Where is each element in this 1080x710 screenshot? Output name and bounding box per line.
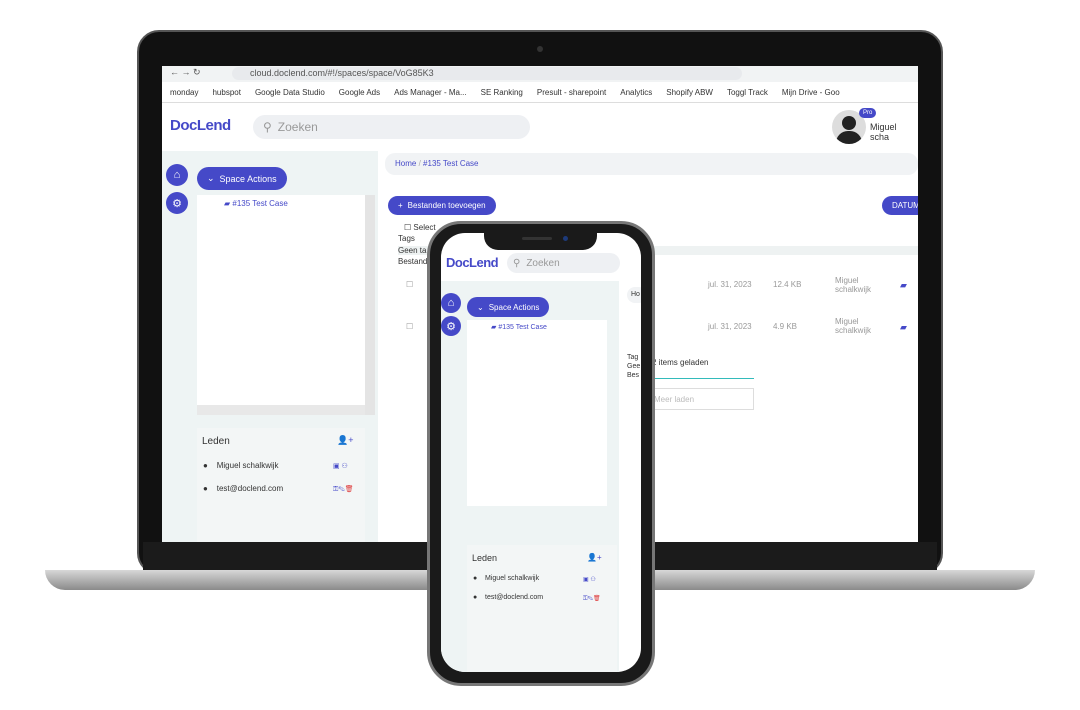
add-files-button[interactable]: + Bestanden toevoegen bbox=[388, 196, 496, 215]
divider bbox=[647, 378, 754, 379]
items-loaded-text: 2 items geladen bbox=[652, 358, 709, 367]
folder-tree: ▰ #135 Test Case bbox=[467, 320, 607, 506]
bookmark[interactable]: Mijn Drive - Goo bbox=[782, 88, 840, 97]
user-icon: ● bbox=[203, 484, 217, 493]
file-date: jul. 31, 2023 bbox=[708, 322, 752, 331]
bookmark[interactable]: Ads Manager - Ma... bbox=[394, 88, 466, 97]
chevron-down-icon: ⌄ bbox=[207, 173, 215, 183]
address-bar[interactable]: cloud.doclend.com/#!/spaces/space/VoG85K… bbox=[232, 67, 742, 80]
sort-date-button[interactable]: DATUM bbox=[882, 196, 918, 215]
file-checkbox[interactable]: ☐ bbox=[406, 280, 413, 289]
bookmark[interactable]: hubspot bbox=[212, 88, 240, 97]
breadcrumb[interactable]: Ho bbox=[627, 287, 641, 303]
user-name[interactable]: Miguel scha bbox=[870, 122, 918, 142]
user-icon: ● bbox=[203, 461, 217, 470]
bookmark[interactable]: monday bbox=[170, 88, 198, 97]
file-size: 4.9 KB bbox=[773, 322, 798, 331]
tags-block: Tag Gee Bes bbox=[627, 354, 641, 379]
phone-speaker bbox=[522, 237, 552, 240]
member-row: ● Miguel schalkwijk bbox=[203, 461, 279, 470]
phone-screen: DocLend ⚲ Zoeken ⌂ ⚙ ⌄ Space Actions ▰ #13… bbox=[441, 233, 641, 672]
laptop-camera bbox=[537, 46, 543, 52]
member-actions-icon[interactable]: ▣ ⚇ bbox=[333, 462, 348, 470]
browser-toolbar: ← → ↻ cloud.doclend.com/#!/spaces/space/… bbox=[162, 66, 918, 82]
home-button[interactable]: ⌂ bbox=[166, 164, 188, 186]
member-actions-icon[interactable]: ▣ ⚇ bbox=[583, 576, 596, 583]
file-owner: Miguel schalkwijk bbox=[835, 276, 872, 294]
select-all-checkbox[interactable]: ☐ Select bbox=[404, 223, 436, 232]
member-edit-delete-icons[interactable]: ⚿✎🗑 bbox=[333, 485, 354, 494]
breadcrumb: Home / #135 Test Case bbox=[385, 153, 918, 175]
bookmark[interactable]: Analytics bbox=[620, 88, 652, 97]
folder-item[interactable]: ▰ #135 Test Case bbox=[224, 199, 288, 208]
bookmark[interactable]: Toggl Track bbox=[727, 88, 768, 97]
bookmark[interactable]: Shopify ABW bbox=[666, 88, 713, 97]
chevron-down-icon: ⌄ bbox=[477, 302, 484, 312]
member-edit-delete-icons[interactable]: ⚿✎🗑 bbox=[583, 595, 601, 603]
user-icon: ● bbox=[473, 594, 486, 601]
tree-h-scrollbar[interactable] bbox=[197, 405, 365, 415]
settings-button[interactable]: ⚙ bbox=[441, 316, 461, 336]
settings-button[interactable]: ⚙ bbox=[166, 192, 188, 214]
user-icon: ● bbox=[473, 575, 486, 582]
add-member-icon[interactable]: 👤+ bbox=[337, 435, 353, 446]
tree-scrollbar[interactable] bbox=[365, 195, 375, 415]
comments-icon[interactable]: ▰ bbox=[900, 280, 907, 291]
home-button[interactable]: ⌂ bbox=[441, 293, 461, 313]
plus-icon: + bbox=[398, 201, 403, 210]
phone-camera bbox=[563, 236, 568, 241]
bookmark[interactable]: Presult - sharepoint bbox=[537, 88, 606, 97]
bookmark[interactable]: Google Data Studio bbox=[255, 88, 325, 97]
members-title: Leden bbox=[472, 553, 498, 563]
file-date: jul. 31, 2023 bbox=[708, 280, 752, 289]
folder-item[interactable]: ▰ #135 Test Case bbox=[491, 323, 547, 331]
pro-badge: Pro bbox=[859, 108, 877, 118]
file-owner: Miguel schalkwijk bbox=[835, 317, 872, 335]
search-icon: ⚲ bbox=[513, 257, 521, 269]
search-icon: ⚲ bbox=[263, 120, 272, 134]
load-more-button[interactable]: Meer laden bbox=[647, 388, 754, 410]
breadcrumb-home[interactable]: Home bbox=[395, 159, 416, 168]
space-actions-button[interactable]: ⌄ Space Actions bbox=[467, 297, 550, 317]
bookmark[interactable]: SE Ranking bbox=[481, 88, 523, 97]
search-input[interactable]: ⚲ Zoeken bbox=[253, 115, 530, 139]
member-row: ● test@doclend.com bbox=[203, 484, 284, 493]
file-checkbox[interactable]: ☐ bbox=[406, 322, 413, 331]
members-title: Leden bbox=[202, 436, 230, 447]
members-panel: Leden 👤+ ● Miguel schalkwijk ▣ ⚇ ● test@… bbox=[467, 545, 617, 672]
comments-icon[interactable]: ▰ bbox=[900, 322, 907, 333]
member-row: ● test@doclend.com bbox=[473, 594, 544, 601]
members-panel: Leden 👤+ ● Miguel schalkwijk ▣ ⚇ ● test@… bbox=[197, 428, 365, 542]
files-label: Bestand bbox=[398, 257, 428, 266]
nav-arrows-icon[interactable]: ← → ↻ bbox=[170, 67, 201, 78]
phone-notch bbox=[484, 230, 597, 250]
space-actions-button[interactable]: ⌄ Space Actions bbox=[197, 167, 287, 190]
doclend-logo[interactable]: DocLend bbox=[170, 117, 231, 134]
doclend-logo[interactable]: DocLend bbox=[446, 255, 499, 270]
folder-tree: ▰ #135 Test Case bbox=[197, 195, 365, 405]
bookmark[interactable]: Google Ads bbox=[339, 88, 380, 97]
search-input[interactable]: ⚲ Zoeken bbox=[507, 253, 620, 273]
add-member-icon[interactable]: 👤+ bbox=[587, 553, 602, 562]
tags-label: Tags bbox=[398, 234, 415, 243]
file-size: 12.4 KB bbox=[773, 280, 802, 289]
bookmarks-bar: monday hubspot Google Data Studio Google… bbox=[162, 83, 918, 103]
member-row: ● Miguel schalkwijk bbox=[473, 575, 540, 582]
